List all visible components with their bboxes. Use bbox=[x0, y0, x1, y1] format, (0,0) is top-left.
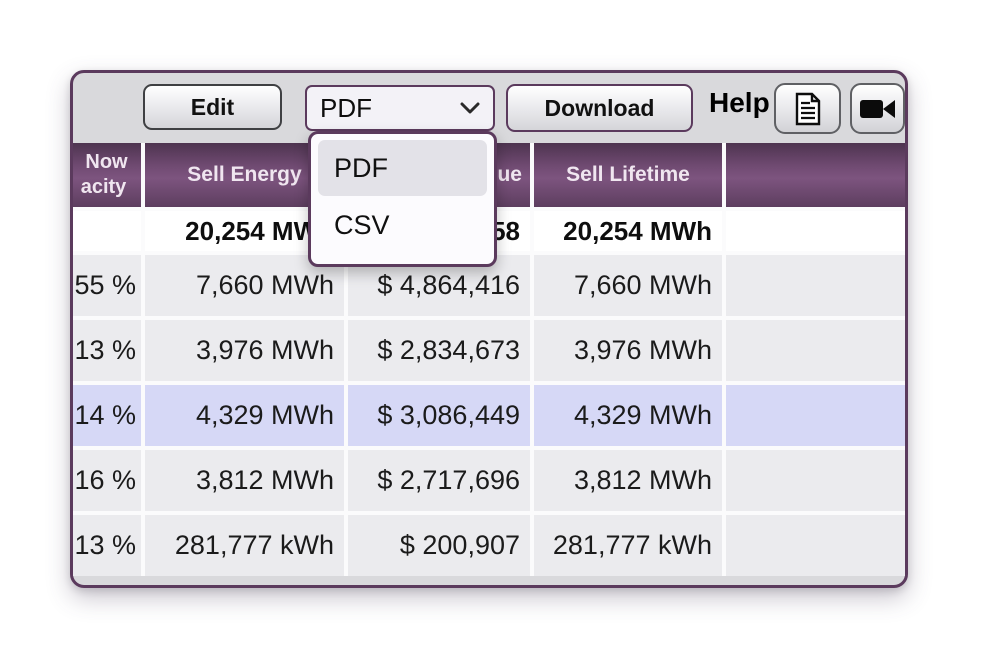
cell-extra[interactable] bbox=[726, 450, 905, 511]
totals-extra bbox=[726, 211, 905, 251]
document-icon bbox=[794, 92, 822, 126]
cell-energy[interactable]: 3,976 MWh bbox=[145, 320, 344, 381]
report-panel: NowacitySell EnergyueSell Lifetime20,254… bbox=[70, 70, 908, 588]
cell-lifetime[interactable]: 4,329 MWh bbox=[534, 385, 722, 446]
cell-extra[interactable] bbox=[726, 385, 905, 446]
menu-option-pdf[interactable]: PDF bbox=[318, 140, 487, 196]
format-select-value: PDF bbox=[320, 93, 372, 124]
cell-lifetime[interactable]: 3,976 MWh bbox=[534, 320, 722, 381]
format-dropdown-menu: PDFCSV bbox=[308, 131, 497, 267]
video-camera-icon bbox=[859, 97, 897, 121]
cell-lifetime[interactable]: 281,777 kWh bbox=[534, 515, 722, 576]
cell-extra[interactable] bbox=[726, 320, 905, 381]
header-capacity-line1: Now bbox=[85, 150, 127, 175]
cell-revenue[interactable]: $ 2,717,696 bbox=[348, 450, 530, 511]
header-capacity-line2: acity bbox=[81, 175, 127, 200]
cell-lifetime[interactable]: 3,812 MWh bbox=[534, 450, 722, 511]
cell-energy[interactable]: 281,777 kWh bbox=[145, 515, 344, 576]
help-label: Help bbox=[709, 87, 770, 119]
edit-button[interactable]: Edit bbox=[143, 84, 282, 130]
header-capacity: Nowacity bbox=[70, 143, 141, 207]
cell-capacity[interactable]: 13 % bbox=[70, 320, 141, 381]
download-button[interactable]: Download bbox=[506, 84, 693, 132]
cell-capacity[interactable]: 55 % bbox=[70, 255, 141, 316]
cell-energy[interactable]: 4,329 MWh bbox=[145, 385, 344, 446]
help-video-button[interactable] bbox=[850, 83, 905, 134]
chevron-down-icon bbox=[460, 102, 480, 114]
cell-lifetime[interactable]: 7,660 MWh bbox=[534, 255, 722, 316]
header-sell-lifetime: Sell Lifetime bbox=[534, 143, 722, 207]
cell-revenue[interactable]: $ 2,834,673 bbox=[348, 320, 530, 381]
cell-revenue[interactable]: $ 200,907 bbox=[348, 515, 530, 576]
totals-capacity bbox=[70, 211, 141, 251]
cell-capacity[interactable]: 13 % bbox=[70, 515, 141, 576]
cell-energy[interactable]: 3,812 MWh bbox=[145, 450, 344, 511]
cell-revenue[interactable]: $ 3,086,449 bbox=[348, 385, 530, 446]
totals-lifetime: 20,254 MWh bbox=[534, 211, 722, 251]
help-document-button[interactable] bbox=[774, 83, 841, 134]
cell-extra[interactable] bbox=[726, 255, 905, 316]
cell-capacity[interactable]: 14 % bbox=[70, 385, 141, 446]
format-select[interactable]: PDF bbox=[305, 85, 495, 131]
cell-capacity[interactable]: 16 % bbox=[70, 450, 141, 511]
cell-extra[interactable] bbox=[726, 515, 905, 576]
menu-option-csv[interactable]: CSV bbox=[318, 197, 487, 253]
header-extra bbox=[726, 143, 905, 207]
